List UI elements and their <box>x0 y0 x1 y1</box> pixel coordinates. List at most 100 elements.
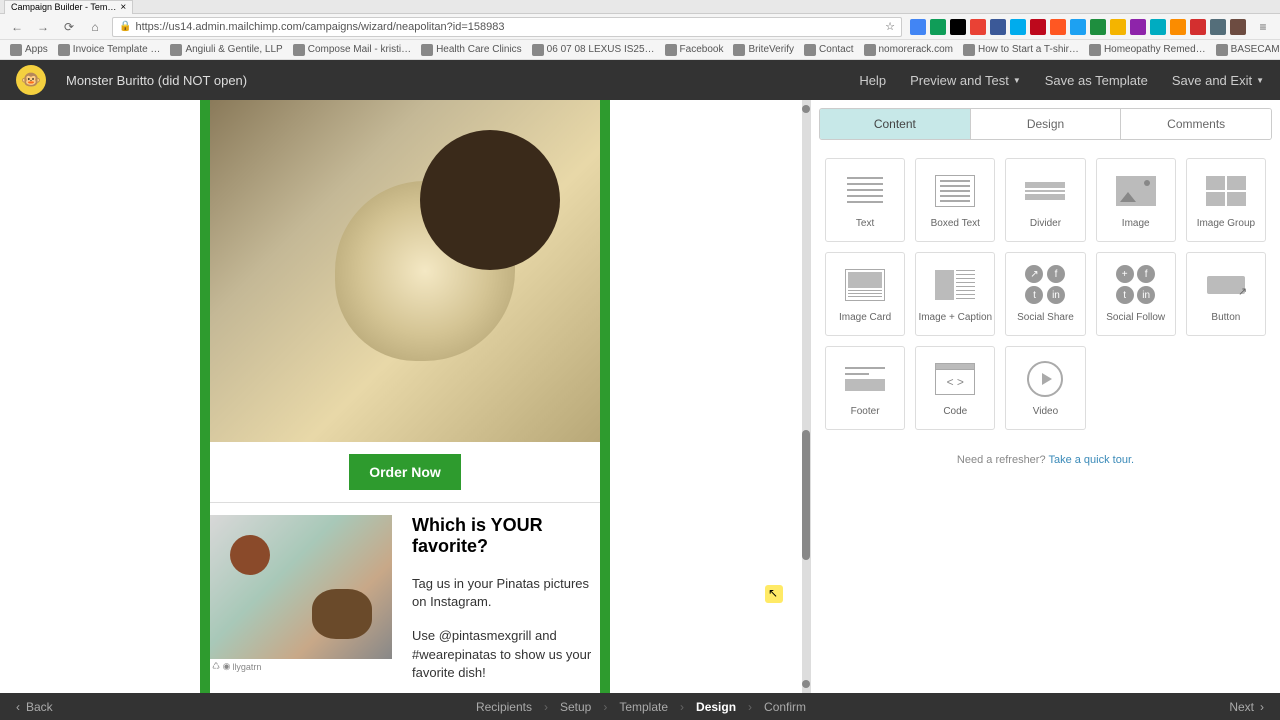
back-button[interactable]: ‹ Back <box>16 700 53 714</box>
block-video[interactable]: Video <box>1005 346 1085 430</box>
bookmark-item[interactable]: Facebook <box>661 44 728 56</box>
bookmark-item[interactable]: Compose Mail - kristi… <box>289 44 415 56</box>
quick-tour-link[interactable]: Take a quick tour. <box>1048 454 1134 466</box>
bookmark-icon <box>421 44 433 56</box>
imagecard-icon <box>844 266 886 304</box>
block-code[interactable]: < >Code <box>915 346 995 430</box>
browser-tab[interactable]: Campaign Builder - Tem… × <box>4 0 133 14</box>
extension-icon[interactable] <box>1230 19 1246 35</box>
bookmark-item[interactable]: How to Start a T-shir… <box>959 44 1083 56</box>
preview-test-menu[interactable]: Preview and Test▼ <box>910 73 1021 88</box>
block-label: Button <box>1211 312 1240 323</box>
lock-icon: 🔒 <box>119 21 131 32</box>
extension-icon[interactable] <box>1110 19 1126 35</box>
step-confirm[interactable]: Confirm <box>764 700 806 714</box>
favorite-paragraph-2: Use @pintasmexgrill and #wearepinatas to… <box>412 627 600 682</box>
block-imagecap[interactable]: Image + Caption <box>915 252 995 336</box>
extension-icon[interactable] <box>1030 19 1046 35</box>
email-preview[interactable]: Order Now ♺ ◉ llygatrn Which is YOUR fav… <box>200 100 610 693</box>
main-layout: Order Now ♺ ◉ llygatrn Which is YOUR fav… <box>0 100 1280 693</box>
help-link[interactable]: Help <box>859 73 886 88</box>
step-template[interactable]: Template <box>619 700 668 714</box>
block-image[interactable]: Image <box>1096 158 1176 242</box>
step-separator: › <box>680 700 684 714</box>
bookmark-item[interactable]: Apps <box>6 44 52 56</box>
extension-icon[interactable] <box>990 19 1006 35</box>
extension-icon[interactable] <box>970 19 986 35</box>
extension-icon[interactable] <box>1170 19 1186 35</box>
canvas-scrollbar[interactable] <box>802 100 810 693</box>
hero-image[interactable] <box>210 100 600 442</box>
wizard-footer: ‹ Back Recipients›Setup›Template›Design›… <box>0 693 1280 720</box>
mailchimp-logo[interactable]: 🐵 <box>16 65 46 95</box>
reload-button[interactable]: ⟳ <box>60 18 78 36</box>
extension-icon[interactable] <box>930 19 946 35</box>
step-setup[interactable]: Setup <box>560 700 591 714</box>
block-label: Code <box>943 406 967 417</box>
close-icon[interactable]: × <box>120 2 126 13</box>
email-canvas[interactable]: Order Now ♺ ◉ llygatrn Which is YOUR fav… <box>0 100 810 693</box>
extension-icon[interactable] <box>1210 19 1226 35</box>
cursor-icon: ↖ <box>768 586 778 600</box>
save-exit-menu[interactable]: Save and Exit▼ <box>1172 73 1264 88</box>
block-text[interactable]: Text <box>825 158 905 242</box>
tab-content[interactable]: Content <box>820 109 971 139</box>
bookmark-item[interactable]: Angiuli & Gentile, LLP <box>166 44 286 56</box>
tab-design[interactable]: Design <box>971 109 1122 139</box>
bookmark-icon <box>293 44 305 56</box>
extension-icon[interactable] <box>1010 19 1026 35</box>
step-separator: › <box>603 700 607 714</box>
star-icon[interactable]: ☆ <box>885 20 895 33</box>
menu-icon[interactable]: ≡ <box>1254 18 1272 36</box>
block-label: Social Share <box>1017 312 1074 323</box>
bookmark-item[interactable]: 06 07 08 LEXUS IS25… <box>528 44 659 56</box>
block-boxed[interactable]: Boxed Text <box>915 158 995 242</box>
extension-icon[interactable] <box>1190 19 1206 35</box>
extension-icon[interactable] <box>1050 19 1066 35</box>
bookmark-item[interactable]: BASECAMP - Dr. Jen… <box>1212 44 1280 56</box>
bookmark-item[interactable]: BriteVerify <box>729 44 798 56</box>
step-design[interactable]: Design <box>696 700 736 714</box>
save-template-button[interactable]: Save as Template <box>1045 73 1148 88</box>
block-imagecard[interactable]: Image Card <box>825 252 905 336</box>
favorite-paragraph-1: Tag us in your Pinatas pictures on Insta… <box>412 575 600 611</box>
extension-icon[interactable] <box>1090 19 1106 35</box>
bookmark-item[interactable]: Contact <box>800 44 857 56</box>
extension-icon[interactable] <box>1130 19 1146 35</box>
bookmark-icon <box>1089 44 1101 56</box>
favorite-image[interactable] <box>210 515 392 659</box>
block-label: Divider <box>1030 218 1061 229</box>
tab-comments[interactable]: Comments <box>1121 109 1271 139</box>
block-socialshare[interactable]: ↗ftinSocial Share <box>1005 252 1085 336</box>
order-now-button[interactable]: Order Now <box>349 454 461 490</box>
chevron-down-icon: ▼ <box>1013 76 1021 85</box>
bookmark-icon <box>864 44 876 56</box>
bookmark-item[interactable]: Health Care Clinics <box>417 44 526 56</box>
next-button[interactable]: Next › <box>1229 700 1264 714</box>
bookmark-item[interactable]: Homeopathy Remed… <box>1085 44 1210 56</box>
step-recipients[interactable]: Recipients <box>476 700 532 714</box>
back-button[interactable]: ← <box>8 18 26 36</box>
extension-icon[interactable] <box>1150 19 1166 35</box>
bookmark-item[interactable]: nomorerack.com <box>860 44 957 56</box>
block-divider[interactable]: Divider <box>1005 158 1085 242</box>
block-label: Image Group <box>1197 218 1255 229</box>
block-button[interactable]: Button <box>1186 252 1266 336</box>
bookmark-icon <box>10 44 22 56</box>
bookmark-icon <box>804 44 816 56</box>
forward-button[interactable]: → <box>34 18 52 36</box>
right-panel: Content Design Comments TextBoxed Text Di… <box>810 100 1280 693</box>
extension-icon[interactable] <box>910 19 926 35</box>
block-label: Image + Caption <box>918 312 992 323</box>
block-imagegroup[interactable]: Image Group <box>1186 158 1266 242</box>
url-bar[interactable]: 🔒 https://us14.admin.mailchimp.com/campa… <box>112 17 902 37</box>
block-footer[interactable]: Footer <box>825 346 905 430</box>
bookmark-item[interactable]: Invoice Template … <box>54 44 165 56</box>
extension-icon[interactable] <box>950 19 966 35</box>
extension-icon[interactable] <box>1070 19 1086 35</box>
block-socialfollow[interactable]: +ftinSocial Follow <box>1096 252 1176 336</box>
block-label: Social Follow <box>1106 312 1165 323</box>
block-label: Video <box>1033 406 1058 417</box>
favorite-section[interactable]: ♺ ◉ llygatrn Which is YOUR favorite? Tag… <box>210 515 600 693</box>
home-button[interactable]: ⌂ <box>86 18 104 36</box>
